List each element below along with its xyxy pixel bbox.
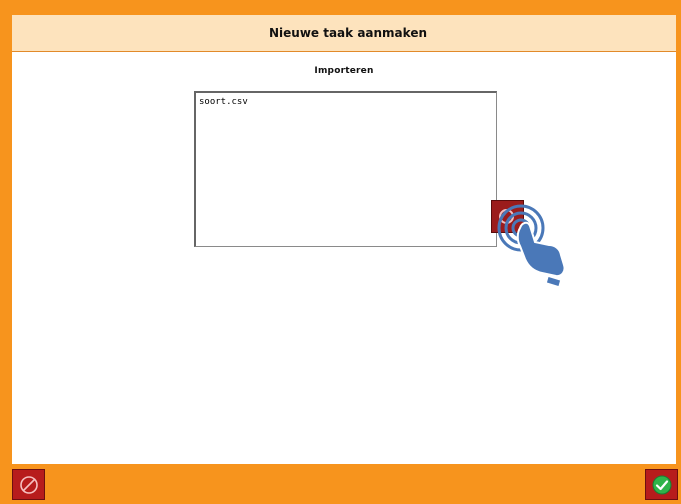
confirm-button[interactable] (645, 469, 678, 500)
cancel-button[interactable] (12, 469, 45, 500)
section-label-import: Importeren (314, 66, 374, 76)
check-icon (652, 475, 671, 494)
titlebar: Nieuwe taak aanmaken (12, 15, 676, 52)
dialog-window: Nieuwe taak aanmaken Importeren soort.cs… (12, 15, 676, 464)
list-item[interactable]: soort.csv (199, 96, 493, 108)
file-list[interactable]: soort.csv (194, 91, 497, 247)
bottom-toolbar (0, 464, 681, 504)
tap-gesture-icon (497, 204, 566, 288)
no-entry-icon (19, 475, 38, 494)
page-title: Nieuwe taak aanmaken (268, 26, 427, 40)
